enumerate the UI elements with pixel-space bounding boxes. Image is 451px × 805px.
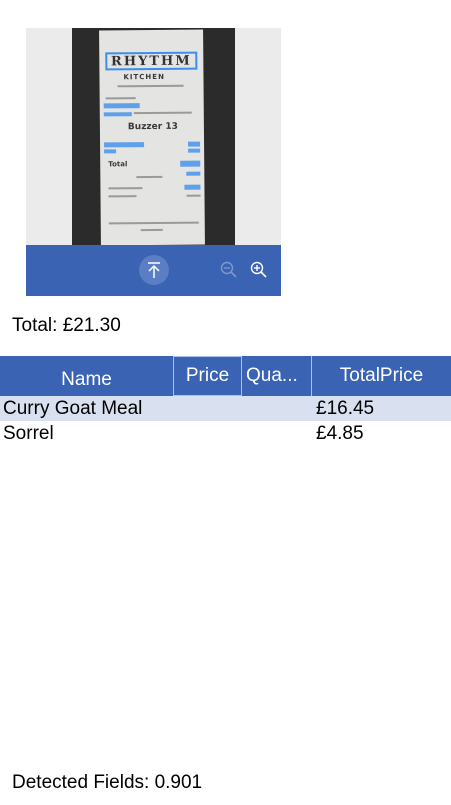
detected-field-box xyxy=(104,149,117,154)
column-header-price[interactable]: Price xyxy=(173,356,242,396)
column-header-total-price[interactable]: TotalPrice xyxy=(312,356,451,396)
detected-field-box xyxy=(184,184,201,190)
detected-field-box xyxy=(186,171,201,176)
receipt-text-line xyxy=(140,228,163,232)
cell-name: Curry Goat Meal xyxy=(3,398,143,419)
viewer-toolbar xyxy=(26,245,281,296)
cell-name: Sorrel xyxy=(3,423,54,444)
detected-field-box xyxy=(188,148,201,153)
image-viewer[interactable]: RHYTHM KITCHEN Buzzer 13 Total xyxy=(26,28,281,296)
table-row[interactable]: Curry Goat Meal £16.45 xyxy=(0,396,451,421)
receipt-text-line xyxy=(105,97,136,100)
detected-fields-label: Detected Fields: 0.901 xyxy=(12,772,203,793)
receipt-buzzer: Buzzer 13 xyxy=(127,121,178,133)
receipt-text-line xyxy=(136,175,163,179)
total-label: Total: £21.30 xyxy=(12,315,121,336)
column-header-name[interactable]: Name xyxy=(0,356,173,396)
cell-total-price: £4.85 xyxy=(316,423,364,444)
receipt-text-line xyxy=(133,111,192,115)
detected-field-box xyxy=(188,141,201,147)
receipt-text-line xyxy=(186,194,201,197)
receipt-text-line xyxy=(108,187,143,190)
zoom-in-icon[interactable] xyxy=(244,255,274,285)
column-header-quantity[interactable]: Qua... xyxy=(242,356,312,396)
detected-field-box xyxy=(180,160,201,167)
receipt-brand: RHYTHM xyxy=(105,51,198,71)
cell-total-price: £16.45 xyxy=(316,398,375,419)
detected-field-box xyxy=(104,142,145,148)
detected-field-box xyxy=(103,112,132,117)
table-header: Name Price Qua... TotalPrice xyxy=(0,356,451,396)
items-table: Name Price Qua... TotalPrice Curry Goat … xyxy=(0,356,451,446)
receipt-total-word: Total xyxy=(108,160,128,169)
table-row[interactable]: Sorrel £4.85 xyxy=(0,421,451,446)
receipt-subtitle: KITCHEN xyxy=(123,72,165,82)
detected-field-box xyxy=(103,103,140,109)
receipt-photo: RHYTHM KITCHEN Buzzer 13 Total xyxy=(72,28,235,245)
receipt-text-line xyxy=(108,221,199,225)
receipt-paper: RHYTHM KITCHEN Buzzer 13 Total xyxy=(99,29,205,245)
zoom-out-icon[interactable] xyxy=(214,255,244,285)
receipt-text-line xyxy=(108,195,137,198)
receipt-text-line xyxy=(117,84,184,88)
upload-icon[interactable] xyxy=(139,255,169,285)
